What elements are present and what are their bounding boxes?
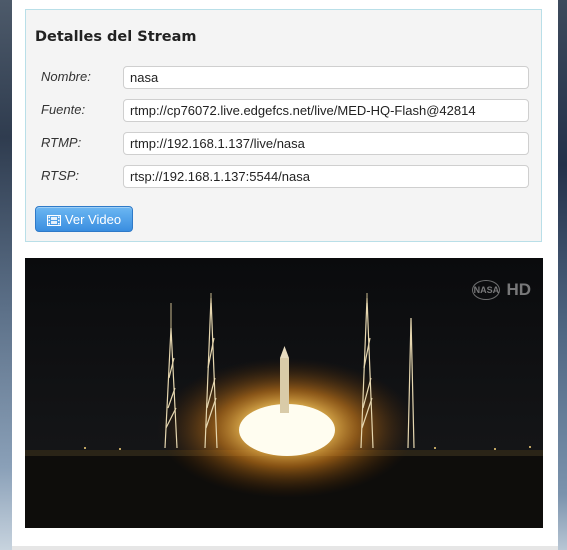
video-frame	[25, 258, 543, 528]
ver-video-button[interactable]: Ver Video	[35, 206, 133, 232]
fuente-field[interactable]: rtmp://cp76072.live.edgefcs.net/live/MED…	[123, 99, 529, 122]
page-bottom-edge	[12, 546, 558, 550]
page-container: Detalles del Stream Nombre: nasa Fuente:…	[12, 0, 558, 546]
background-edge-left	[0, 0, 12, 550]
nasa-hd-watermark: NASA HD	[472, 280, 531, 300]
rtmp-label: RTMP:	[41, 135, 82, 150]
nombre-field[interactable]: nasa	[123, 66, 529, 89]
panel-title: Detalles del Stream	[35, 29, 197, 45]
rtsp-field[interactable]: rtsp://192.168.1.137:5544/nasa	[123, 165, 529, 188]
rtmp-field[interactable]: rtmp://192.168.1.137/live/nasa	[123, 132, 529, 155]
nombre-label: Nombre:	[41, 69, 91, 84]
video-player[interactable]: NASA HD	[25, 258, 543, 528]
ver-video-label: Ver Video	[64, 211, 122, 227]
hd-label: HD	[506, 280, 531, 299]
rtsp-label: RTSP:	[41, 168, 80, 183]
fuente-label: Fuente:	[41, 102, 86, 117]
background-edge-right	[558, 0, 567, 550]
film-icon	[46, 214, 61, 226]
stream-details-panel: Detalles del Stream Nombre: nasa Fuente:…	[25, 9, 542, 242]
nasa-logo-icon: NASA	[472, 280, 501, 300]
